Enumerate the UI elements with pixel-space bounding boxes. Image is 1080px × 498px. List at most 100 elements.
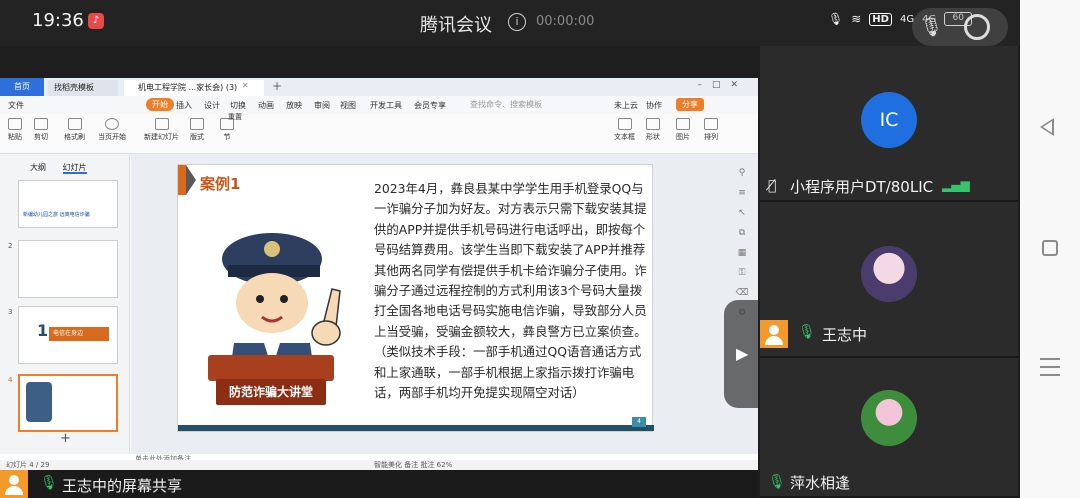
thumb-4-police-image <box>26 382 52 422</box>
slide-counter: 幻灯片 4 / 29 <box>6 461 50 469</box>
participant-tile-1[interactable]: IC 🎙̸ 小程序用户DT/80LIC ▂▄▆ <box>760 46 1018 202</box>
menu-file[interactable]: 文件 <box>8 100 24 111</box>
thumb-3-badge: 电信在身边 <box>49 327 109 341</box>
layout-icon <box>190 118 204 130</box>
signal-bars-icon: ▂▄▆ <box>942 178 970 192</box>
slide-thumbnail-panel: 大纲 幻灯片 新编幼儿园之旅 远离电信诈骗 2 3 1 电信在身边 4 + <box>0 154 130 454</box>
status-tools[interactable]: 智能美化 备注 批注 62% <box>374 460 452 470</box>
close-icon[interactable]: ✕ <box>242 81 249 90</box>
participant-name: 萍水相逢 <box>790 474 851 492</box>
menu-insert[interactable]: 插入 <box>176 100 192 111</box>
floating-mic-button[interactable]: 🎙 <box>912 8 1008 46</box>
wps-tab-bar: 首页 找稻壳模板 机电工程学院 ...家长会) (3) ✕ + –□✕ <box>0 78 758 96</box>
play-icon <box>105 118 119 130</box>
tab-slides[interactable]: 幻灯片 <box>62 163 87 174</box>
menu-transition[interactable]: 切换 <box>230 100 246 111</box>
pin-icon[interactable]: ⚲ <box>730 168 754 188</box>
format-painter-button[interactable]: 格式刷 <box>64 118 85 142</box>
participant-panel: IC 🎙̸ 小程序用户DT/80LIC ▂▄▆ 🎙 王志中 🎙 萍水相逢 <box>760 46 1018 498</box>
collab-button[interactable]: 协作 <box>646 100 662 111</box>
slide-thumbnail-3[interactable]: 1 电信在身边 <box>18 306 118 364</box>
share-button[interactable]: 分享 <box>676 98 704 111</box>
app-notification-icon: ♪ <box>88 13 104 29</box>
slide-thumbnail-4[interactable] <box>18 374 118 432</box>
hd-badge: HD <box>869 12 892 26</box>
sharer-name: 王志中的屏幕共享 <box>62 477 183 495</box>
slide-footer-bar <box>178 425 654 431</box>
picture-icon <box>676 118 690 130</box>
meeting-title: 腾讯会议 <box>420 15 492 36</box>
menu-view[interactable]: 视图 <box>340 100 356 111</box>
tab-template[interactable]: 找稻壳模板 <box>48 80 118 96</box>
participant-name: 小程序用户DT/80LIC <box>790 178 934 196</box>
home-icon[interactable] <box>1042 240 1058 256</box>
new-slide-icon <box>154 118 169 130</box>
participant-tile-2[interactable]: 🎙 王志中 <box>760 204 1018 358</box>
lock-icon[interactable]: ⚿ <box>730 268 754 288</box>
status-bar: 19:36 ♪ 腾讯会议 i 00:00:00 🎙 ≋ HD 4G 4G 60 <box>0 0 1020 46</box>
thumb-1-title: 新编幼儿园之旅 远离电信诈骗 <box>23 212 90 218</box>
menu-vip[interactable]: 会员专享 <box>414 100 446 111</box>
current-slide[interactable]: 案例1 防范诈骗大讲堂 2023年4月，彝良县某中学学生用手机登录QQ与一诈骗分… <box>177 164 654 432</box>
mic-on-icon: 🎙 <box>798 324 816 340</box>
wifi-icon: ≋ <box>851 12 862 26</box>
shape-button[interactable]: 形状 <box>646 118 660 142</box>
paste-button[interactable]: 粘贴 <box>8 118 22 142</box>
podium <box>208 355 334 381</box>
copy-icon[interactable]: ⧉ <box>730 228 754 248</box>
slide-thumbnail-1[interactable]: 新编幼儿园之旅 远离电信诈骗 <box>18 180 118 228</box>
search-input[interactable]: 查找命令、搜索模板 <box>470 99 542 110</box>
window-controls[interactable]: –□✕ <box>697 80 748 90</box>
menu-review[interactable]: 审阅 <box>314 100 330 111</box>
grid-icon[interactable]: ▦ <box>730 248 754 268</box>
menu-design[interactable]: 设计 <box>204 100 220 111</box>
avatar <box>0 470 28 498</box>
paste-icon <box>8 118 22 130</box>
layout-button[interactable]: 版式 <box>190 118 204 142</box>
textbox-button[interactable]: 文本框 <box>614 118 635 142</box>
mic-icon: 🎙 <box>920 17 943 38</box>
thumb-number-2: 2 <box>8 242 13 250</box>
avatar <box>861 246 917 302</box>
add-slide-icon[interactable]: + <box>60 431 71 446</box>
tab-outline[interactable]: 大纲 <box>30 163 46 172</box>
case-marker <box>178 165 186 195</box>
slide-page-number: 4 <box>632 417 646 427</box>
shared-screen: 首页 找稻壳模板 机电工程学院 ...家长会) (3) ✕ + –□✕ 文件 开… <box>0 78 758 470</box>
arrange-icon <box>704 118 718 130</box>
panel-tabs: 大纲 幻灯片 <box>30 162 101 174</box>
adjust-icon[interactable]: ≡ <box>730 188 754 208</box>
mic-icon: 🎙 <box>828 12 844 26</box>
arrange-button[interactable]: 排列 <box>704 118 718 142</box>
reset-button[interactable]: 重置 <box>228 112 242 122</box>
new-slide-button[interactable]: 新建幻灯片 <box>144 118 179 142</box>
case-body-text: 2023年4月，彝良县某中学学生用手机登录QQ与一诈骗分子加为好友。对方表示只需… <box>374 181 647 401</box>
play-arrow-icon: ▶ <box>736 344 749 363</box>
menu-slideshow[interactable]: 放映 <box>286 100 302 111</box>
slide-thumbnail-2[interactable] <box>18 240 118 298</box>
cut-icon <box>34 118 48 130</box>
wps-menu-bar: 文件 开始 插入 设计 切换 动画 放映 审阅 视图 开发工具 会员专享 查找命… <box>0 96 758 114</box>
record-icon <box>964 14 990 40</box>
start-slideshow-button[interactable]: 当页开始 <box>98 118 126 142</box>
menu-start[interactable]: 开始 <box>146 98 174 111</box>
cursor-icon[interactable]: ↖ <box>730 208 754 228</box>
participant-tile-3[interactable]: 🎙 萍水相逢 <box>760 360 1018 498</box>
participant-name: 王志中 <box>822 326 868 344</box>
back-icon[interactable] <box>1040 118 1054 136</box>
thumb-3-number: 1 <box>37 321 49 340</box>
thumb-number-3: 3 <box>8 308 13 316</box>
expand-handle[interactable]: ▶ <box>724 300 758 408</box>
menu-animation[interactable]: 动画 <box>258 100 274 111</box>
menu-icon[interactable] <box>1040 358 1060 382</box>
info-icon[interactable]: i <box>508 13 526 31</box>
cut-button[interactable]: 剪切 <box>34 118 48 142</box>
tab-home[interactable]: 首页 <box>0 78 44 96</box>
menu-devtools[interactable]: 开发工具 <box>370 100 402 111</box>
mic-on-icon: 🎙 <box>40 475 58 491</box>
meeting-timer: 00:00:00 <box>536 14 595 29</box>
picture-button[interactable]: 图片 <box>676 118 690 142</box>
unsaved-label[interactable]: 未上云 <box>614 100 638 111</box>
new-tab-icon[interactable]: + <box>272 79 282 93</box>
thumb-number-4: 4 <box>8 376 13 384</box>
